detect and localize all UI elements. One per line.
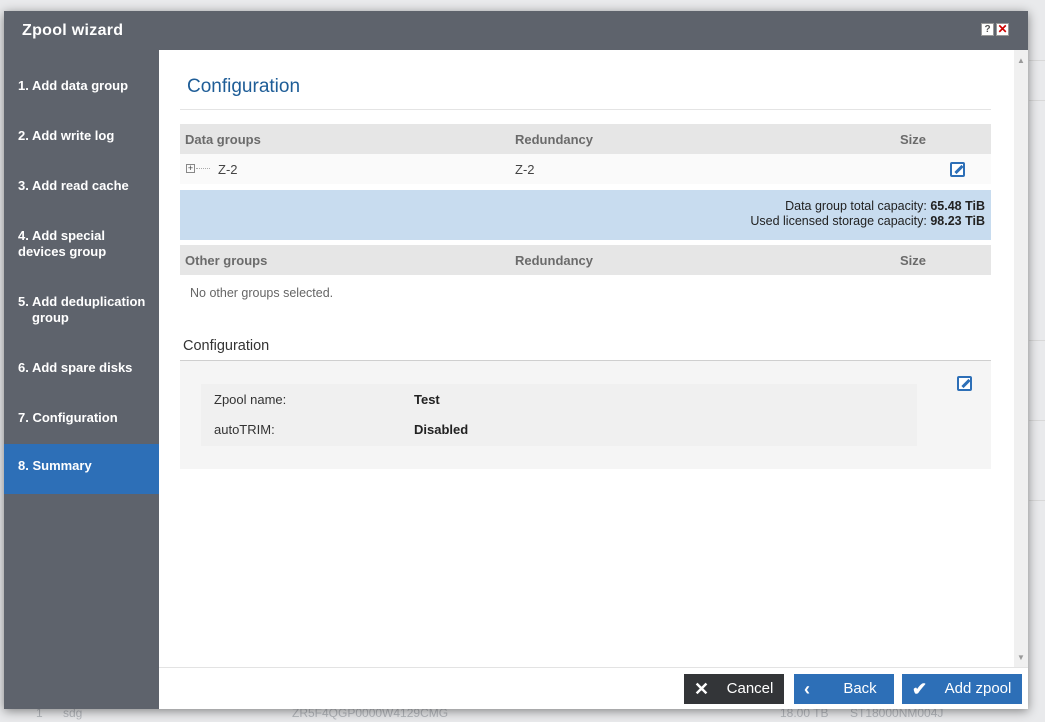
step-label: 4. Add special devices group [18, 228, 107, 259]
expand-icon[interactable]: + [186, 164, 195, 173]
capacity-summary: Data group total capacity: 65.48 TiB Use… [180, 190, 991, 240]
add-zpool-button-label: Add zpool [944, 680, 1012, 697]
zpool-name-label: Zpool name: [214, 392, 287, 407]
column-header-data-groups: Data groups [185, 132, 261, 147]
step-add-data-group[interactable]: 1. Add data group [4, 64, 159, 114]
close-icon: ✕ [694, 679, 710, 699]
dialog-title: Zpool wizard [22, 22, 124, 39]
background-divider [1029, 340, 1045, 341]
empty-state-text: No other groups selected. [190, 286, 334, 300]
step-label: 8. Summary [18, 458, 92, 473]
data-group-name: Z-2 [218, 162, 238, 177]
title-divider [180, 109, 991, 110]
step-summary[interactable]: 8. Summary [4, 444, 159, 494]
page-title: Configuration [187, 76, 301, 97]
dialog-titlebar: Zpool wizard ? ✕ [4, 11, 1028, 50]
content-scrollbar[interactable]: ▲ ▼ [1014, 50, 1028, 667]
configuration-box: Zpool name: Test autoTRIM: Disabled [180, 361, 991, 469]
step-label-line2: group [32, 310, 69, 325]
total-capacity-value: 65.48 TiB [930, 199, 985, 213]
column-header-other-groups: Other groups [185, 253, 268, 268]
autotrim-value: Disabled [414, 422, 469, 437]
step-label: 2. Add write log [18, 128, 115, 143]
check-icon: ✔ [912, 679, 928, 699]
add-zpool-button[interactable]: ✔ Add zpool [902, 674, 1022, 704]
step-configuration[interactable]: 7. Configuration [4, 396, 159, 446]
configuration-fields: Zpool name: Test autoTRIM: Disabled [201, 384, 917, 446]
step-add-special-devices-group[interactable]: 4. Add special devices group [4, 214, 159, 280]
tree-connector [196, 168, 210, 169]
edit-icon[interactable] [957, 376, 972, 391]
background-divider [1029, 100, 1045, 101]
table-row: + Z-2 Z-2 [180, 154, 991, 184]
other-groups-table-header: Other groups Redundancy Size [180, 245, 991, 275]
column-header-size: Size [900, 253, 927, 268]
step-add-read-cache[interactable]: 3. Add read cache [4, 164, 159, 214]
cancel-button[interactable]: ✕ Cancel [684, 674, 784, 704]
wizard-content: Configuration Data groups Redundancy Siz… [159, 50, 1014, 667]
data-groups-table-header: Data groups Redundancy Size [180, 124, 991, 154]
zpool-wizard-dialog: Zpool wizard ? ✕ 1. Add data group 2. Ad… [4, 11, 1028, 709]
licensed-capacity-label: Used licensed storage capacity: [750, 214, 927, 228]
column-header-redundancy: Redundancy [515, 253, 594, 268]
step-label: 1. Add data group [18, 78, 129, 93]
scroll-down-icon[interactable]: ▼ [1017, 653, 1025, 662]
configuration-section-title: Configuration [183, 338, 270, 354]
total-capacity-line: Data group total capacity: 65.48 TiB [180, 199, 985, 214]
cancel-button-label: Cancel [726, 680, 774, 697]
step-add-deduplication-group[interactable]: 5. Add deduplication group [4, 280, 159, 346]
wizard-steps-sidebar: 1. Add data group 2. Add write log 3. Ad… [4, 50, 159, 709]
total-capacity-label: Data group total capacity: [785, 199, 927, 213]
scroll-up-icon[interactable]: ▲ [1017, 56, 1025, 65]
step-add-write-log[interactable]: 2. Add write log [4, 114, 159, 164]
background-divider [1029, 500, 1045, 501]
licensed-capacity-line: Used licensed storage capacity: 98.23 Ti… [180, 214, 985, 229]
background-divider [1029, 420, 1045, 421]
step-add-spare-disks[interactable]: 6. Add spare disks [4, 346, 159, 396]
step-label: 7. Configuration [18, 410, 118, 425]
help-button[interactable]: ? [981, 23, 994, 36]
back-button[interactable]: ‹ Back [794, 674, 894, 704]
close-button[interactable]: ✕ [996, 23, 1009, 36]
step-label: 6. Add spare disks [18, 360, 133, 375]
step-label: 3. Add read cache [18, 178, 129, 193]
dialog-footer: ✕ Cancel ‹ Back ✔ Add zpool [159, 667, 1028, 709]
column-header-redundancy: Redundancy [515, 132, 594, 147]
chevron-left-icon: ‹ [804, 679, 810, 699]
background-divider [1029, 60, 1045, 61]
autotrim-label: autoTRIM: [214, 422, 275, 437]
edit-icon[interactable] [950, 162, 965, 177]
column-header-size: Size [900, 132, 927, 147]
zpool-name-value: Test [414, 392, 440, 407]
data-group-redundancy: Z-2 [515, 162, 535, 177]
back-button-label: Back [843, 680, 877, 697]
licensed-capacity-value: 98.23 TiB [930, 214, 985, 228]
step-label-line1: 5. Add deduplication [18, 294, 146, 309]
